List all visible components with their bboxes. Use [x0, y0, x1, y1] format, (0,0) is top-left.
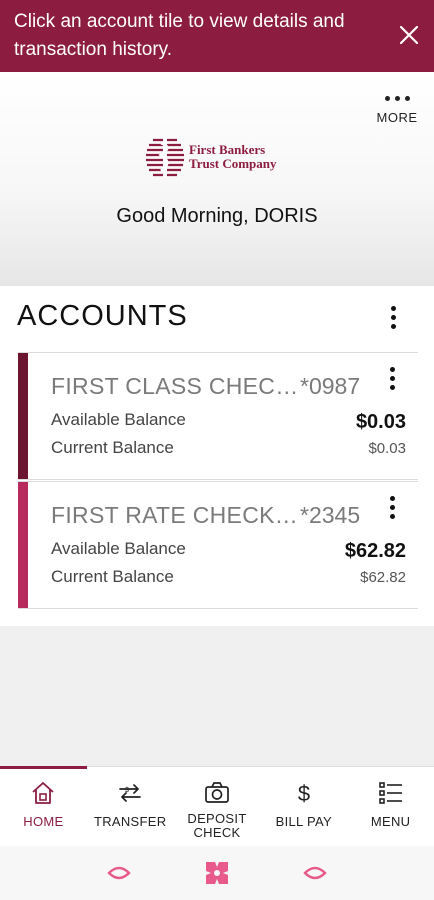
app-header: MORE First Bankers Trust Company Good Mo… [0, 72, 434, 286]
accounts-panel: ACCOUNTS FIRST CLASS CHECKING *0987 Avai… [0, 286, 434, 626]
account-color-stripe [18, 482, 28, 608]
accounts-title: ACCOUNTS [17, 300, 188, 332]
account-tile[interactable]: FIRST RATE CHECKING *2345 Available Bala… [18, 481, 418, 609]
menu-list-icon [378, 782, 402, 804]
account-color-stripe [18, 353, 28, 479]
camera-icon [205, 782, 229, 803]
system-recents-icon[interactable] [302, 860, 328, 886]
available-balance-label: Available Balance [51, 539, 186, 558]
system-nav-bar [0, 846, 434, 900]
system-back-icon[interactable] [106, 860, 132, 886]
info-banner: Click an account tile to view details an… [0, 0, 434, 72]
nav-home-label: HOME [23, 814, 64, 829]
nav-menu-label: MENU [370, 814, 411, 829]
bank-logo: First Bankers Trust Company [145, 132, 295, 182]
current-balance-value: $62.82 [360, 569, 406, 586]
close-icon[interactable] [396, 22, 422, 48]
account-number: *2345 [300, 502, 361, 528]
transfer-icon: $ [119, 784, 142, 802]
logo-emblem-icon [146, 138, 184, 177]
logo-line-2: Trust Company [189, 156, 277, 171]
current-balance-value: $0.03 [368, 440, 406, 457]
home-icon [32, 782, 54, 804]
account-tile[interactable]: FIRST CLASS CHECKING *0987 Available Bal… [18, 352, 418, 480]
account-name: FIRST CLASS CHECKING [51, 373, 301, 399]
more-label: MORE [376, 110, 418, 125]
account-name: FIRST RATE CHECKING [51, 502, 301, 528]
system-home-icon[interactable] [204, 860, 230, 886]
nav-billpay-label: BILL PAY [275, 814, 332, 829]
dollar-icon: $ [298, 781, 310, 806]
nav-home[interactable]: HOME [0, 766, 87, 847]
svg-text:$: $ [298, 781, 310, 806]
available-balance-value: $0.03 [355, 411, 406, 433]
nav-transfer-label: TRANSFER [93, 814, 167, 829]
nav-bill-pay[interactable]: $ BILL PAY [260, 767, 347, 847]
bottom-nav: HOME $ TRANSFER DEPOSIT CHECK $ BILL PAY [0, 766, 434, 846]
nav-deposit-check[interactable]: DEPOSIT CHECK [174, 767, 261, 847]
logo-line-1: First Bankers [189, 142, 266, 157]
greeting-text: Good Morning, DORIS [116, 205, 318, 227]
logo-wordmark: First Bankers Trust Company [189, 143, 277, 171]
banner-message: Click an account tile to view details an… [14, 11, 345, 60]
more-button[interactable]: MORE [374, 92, 420, 136]
nav-menu[interactable]: MENU [347, 767, 434, 847]
nav-transfer[interactable]: $ TRANSFER [87, 767, 174, 847]
current-balance-label: Current Balance [51, 567, 174, 586]
accounts-options-icon[interactable] [381, 302, 405, 332]
nav-deposit-label: DEPOSIT CHECK [187, 811, 247, 840]
svg-text:$: $ [125, 787, 129, 794]
available-balance-label: Available Balance [51, 410, 186, 429]
account-number: *0987 [300, 373, 361, 399]
current-balance-label: Current Balance [51, 438, 174, 457]
account-options-icon[interactable] [380, 363, 404, 393]
more-dots-icon [374, 92, 420, 104]
available-balance-value: $62.82 [344, 540, 406, 562]
account-options-icon[interactable] [380, 492, 404, 522]
